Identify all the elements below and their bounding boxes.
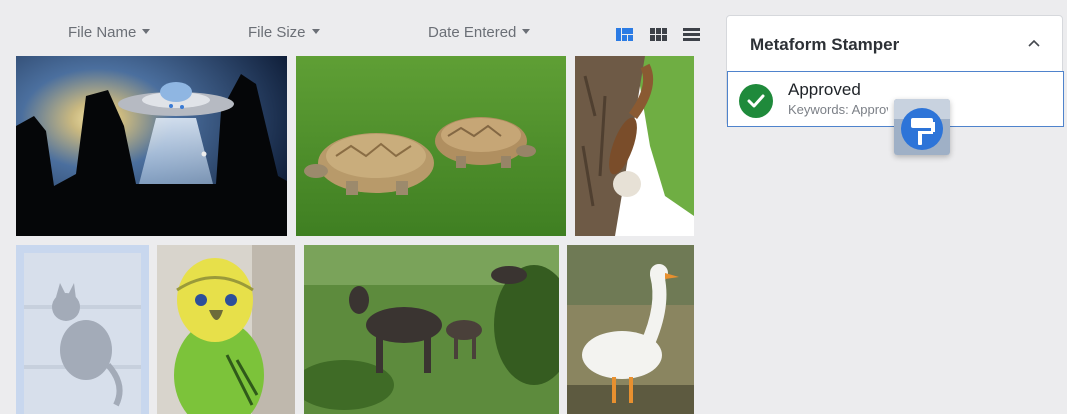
chevron-up-icon[interactable]	[1026, 36, 1042, 52]
caret-down-icon	[522, 29, 531, 34]
drag-ghost[interactable]	[894, 99, 950, 155]
caret-down-icon	[311, 29, 320, 34]
grid-view-icon[interactable]	[650, 28, 667, 41]
list-view-icon[interactable]	[683, 28, 700, 41]
goose-thumb[interactable]	[567, 245, 694, 414]
panel-header[interactable]: Metaform Stamper	[727, 16, 1062, 72]
gallery-area: File Name File Size Date Entered	[0, 0, 708, 414]
stamp-keywords: Keywords: Approved	[788, 102, 888, 117]
moose-thumb[interactable]	[304, 245, 559, 414]
sort-date-entered-label: Date Entered	[428, 24, 517, 41]
sort-file-size-button[interactable]: File Size	[248, 24, 320, 41]
sort-date-entered-button[interactable]: Date Entered	[428, 24, 531, 41]
sort-file-size-label: File Size	[248, 24, 306, 41]
metaform-sidebar: Metaform Stamper Approved Keywords: Appr…	[708, 0, 1067, 414]
paint-roller-icon	[894, 99, 950, 155]
sort-file-name-button[interactable]: File Name	[68, 24, 151, 41]
masonry-view-icon[interactable]	[616, 28, 633, 41]
panel-title: Metaform Stamper	[750, 35, 900, 54]
tortoises-thumb[interactable]	[296, 56, 566, 236]
squirrel-thumb[interactable]	[575, 56, 694, 236]
gallery-toolbar: File Name File Size Date Entered	[0, 0, 708, 56]
parakeet-thumb[interactable]	[157, 245, 295, 414]
caret-down-icon	[142, 29, 151, 34]
check-icon	[739, 84, 773, 118]
sort-file-name-label: File Name	[68, 24, 137, 41]
ufo-thumb[interactable]	[16, 56, 287, 236]
stamp-name: Approved	[788, 80, 861, 99]
cat-thumb[interactable]	[16, 245, 149, 414]
